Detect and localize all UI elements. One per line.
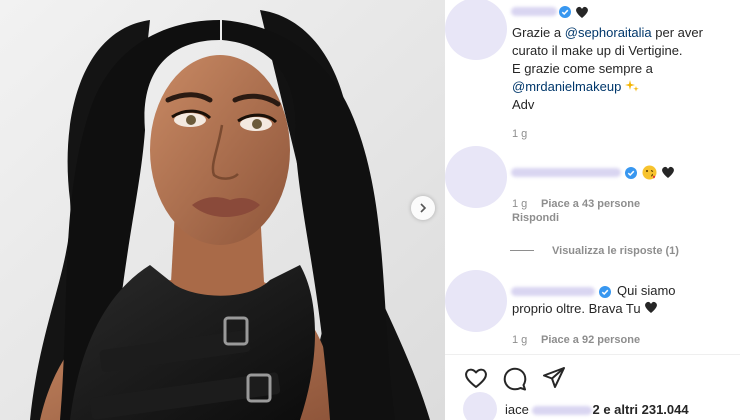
comment-text-line: Adv bbox=[512, 97, 535, 112]
comment-text-line: E grazie come sempre a bbox=[512, 61, 653, 76]
liker-avatar[interactable] bbox=[463, 392, 497, 420]
chevron-right-icon bbox=[420, 203, 427, 213]
paper-plane-icon[interactable] bbox=[542, 366, 566, 390]
comment-likes-count[interactable]: Piace a 43 persone bbox=[541, 198, 640, 210]
verified-badge-icon bbox=[625, 167, 637, 179]
black-heart-icon bbox=[662, 166, 674, 178]
username-redacted[interactable] bbox=[511, 168, 621, 177]
likes-summary: iace 2 e altri 231.044 bbox=[445, 392, 740, 420]
avatar[interactable] bbox=[445, 146, 507, 208]
username-redacted[interactable] bbox=[511, 7, 557, 16]
post-photo bbox=[0, 0, 445, 420]
comment-text-line: curato il make up di Vertigine. bbox=[512, 43, 683, 58]
kiss-emoji-icon bbox=[642, 165, 657, 180]
view-replies-button[interactable]: Visualizza le risposte (1) bbox=[552, 245, 679, 257]
comment-timestamp: 1 g bbox=[512, 198, 528, 210]
verified-badge-icon bbox=[599, 286, 611, 298]
avatar[interactable] bbox=[445, 270, 507, 332]
avatar[interactable] bbox=[445, 0, 507, 60]
black-heart-icon bbox=[576, 6, 588, 18]
comment-text-line: proprio oltre. Brava Tu bbox=[512, 300, 658, 318]
comment-text-line: Qui siamo bbox=[617, 283, 676, 298]
reply-button[interactable]: Rispondi bbox=[512, 212, 559, 224]
replies-divider bbox=[510, 250, 534, 251]
username-redacted[interactable] bbox=[511, 287, 595, 296]
likes-summary-text[interactable]: iace 2 e altri 231.044 bbox=[505, 402, 689, 417]
comment-text-line: @mrdanielmakeup bbox=[512, 78, 639, 96]
mention-link[interactable]: @sephoraitalia bbox=[565, 25, 652, 40]
sparkles-icon bbox=[624, 80, 639, 92]
comment-likes-count[interactable]: Piace a 92 persone bbox=[541, 334, 640, 346]
next-photo-button[interactable] bbox=[411, 196, 435, 220]
portrait-image bbox=[0, 0, 445, 420]
comments-list: Grazie a @sephoraitalia per aver curato … bbox=[445, 0, 740, 355]
mention-link[interactable]: @mrdanielmakeup bbox=[512, 79, 621, 94]
heart-icon[interactable] bbox=[464, 367, 488, 389]
comment-icon[interactable] bbox=[503, 367, 527, 391]
comments-panel: Grazie a @sephoraitalia per aver curato … bbox=[445, 0, 740, 420]
black-heart-icon bbox=[645, 301, 658, 313]
verified-badge-icon bbox=[559, 6, 571, 18]
comment-text-line: Grazie a @sephoraitalia per aver bbox=[512, 25, 703, 40]
comment-timestamp: 1 g bbox=[512, 334, 528, 346]
comment-timestamp: 1 g bbox=[512, 128, 528, 140]
liker-username-redacted bbox=[532, 406, 593, 416]
